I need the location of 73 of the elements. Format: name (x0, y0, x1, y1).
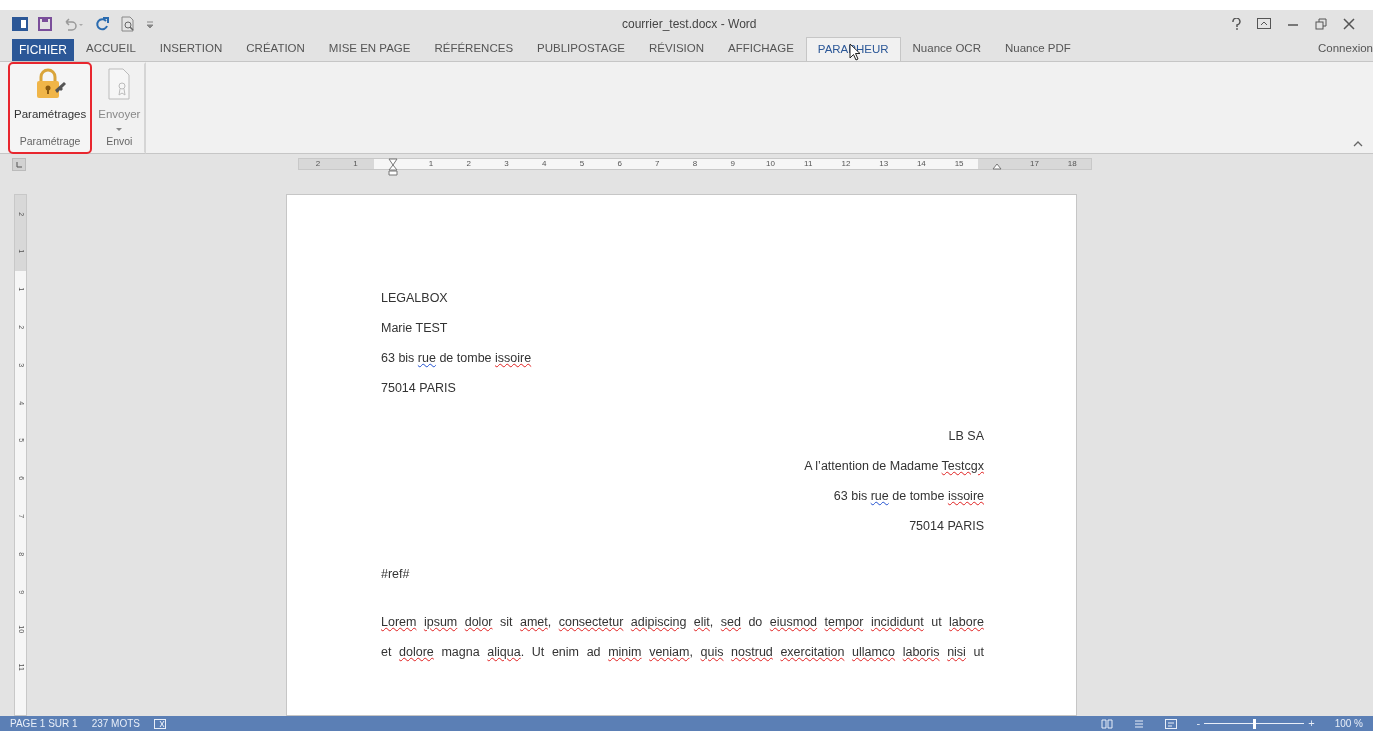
restore-icon[interactable] (1315, 17, 1327, 30)
ruler-number: 14 (916, 160, 926, 168)
ruler-number: 10 (766, 160, 775, 168)
ribbon-tab[interactable]: INSERTION (147, 37, 235, 61)
web-layout-icon[interactable] (1164, 718, 1177, 729)
ribbon-display-icon[interactable] (1257, 18, 1271, 29)
ruler-number: 2 (315, 160, 321, 168)
indent-marker-icon[interactable] (991, 162, 1002, 170)
read-mode-icon[interactable] (1100, 718, 1113, 729)
zoom-in-button[interactable]: + (1308, 715, 1315, 731)
ruler-number: 8 (692, 160, 698, 168)
help-icon[interactable] (1232, 17, 1241, 30)
zoom-thumb[interactable] (1252, 718, 1256, 729)
ruler-number: 15 (954, 160, 964, 168)
ribbon-tab[interactable]: MISE EN PAGE (316, 37, 423, 61)
document-ribbon-icon (106, 68, 133, 100)
ruler-number: 2 (466, 160, 471, 168)
word-app-icon[interactable] (12, 16, 28, 31)
word-count[interactable]: 237 MOTS (91, 716, 140, 731)
document-line: 75014 PARIS (908, 518, 984, 535)
document-line: LEGALBOX (381, 290, 449, 307)
ribbon-tab[interactable]: PUBLIPOSTAGE (525, 37, 638, 61)
ribbon-tab[interactable]: ACCUEIL (74, 37, 148, 61)
document-line: LB SA (947, 428, 984, 445)
page-count[interactable]: PAGE 1 SUR 1 (10, 716, 78, 731)
caret-icon (116, 128, 123, 133)
ruler-number: 13 (879, 160, 889, 168)
ribbon-tab[interactable]: RÉFÉRENCES (422, 37, 526, 61)
ruler-number: 3 (504, 160, 509, 168)
print-layout-icon[interactable] (1132, 718, 1145, 729)
print-preview-icon[interactable] (120, 15, 136, 32)
ribbon-tab[interactable]: AFFICHAGE (716, 37, 806, 61)
zoom-out-button[interactable]: - (1196, 715, 1201, 731)
zoom-slider[interactable] (1204, 718, 1305, 729)
window-title: courrier_test.docx - Word (622, 15, 757, 33)
group-label: Paramétrage (19, 134, 81, 150)
file-tab[interactable]: FICHIER (12, 39, 74, 61)
close-icon[interactable] (1343, 17, 1355, 30)
ribbon-button[interactable]: Paramétrages (14, 64, 87, 134)
document-line: 63 bis rue de tombe issoire (832, 488, 984, 505)
redo-icon[interactable] (94, 15, 110, 32)
ruler-number: 5 (579, 160, 585, 168)
document-line: 63 bis rue de tombe issoire (381, 350, 533, 367)
ruler-number: 12 (841, 160, 851, 168)
zoom-level[interactable]: 100 % (1334, 716, 1363, 731)
ruler-number: 11 (804, 160, 813, 168)
document-line: Marie TEST (381, 320, 449, 337)
ruler-number: 18 (1067, 160, 1077, 168)
ribbon-tab[interactable]: CRÉATION (234, 37, 317, 61)
indent-marker-icon[interactable] (388, 158, 399, 176)
ruler-number: 4 (541, 160, 547, 168)
document-line: et dolore magna aliqua. Ut enim ad minim veniam, quis nostrud exercitation ullamco laboris nisi ut (381, 644, 984, 661)
ruler-number: 17 (1030, 160, 1039, 168)
document-line: A l’attention de Madame Testcgx (803, 458, 984, 475)
proofing-icon[interactable] (154, 718, 166, 729)
collapse-ribbon-icon[interactable] (1353, 141, 1363, 147)
document-line: #ref# (381, 566, 411, 583)
sign-in-link[interactable]: Connexion (1318, 39, 1373, 57)
ruler-number: 1 (428, 160, 434, 168)
ruler-number: 6 (617, 160, 622, 168)
ribbon-tab[interactable]: RÉVISION (637, 37, 716, 61)
customize-toolbar-icon[interactable] (146, 18, 154, 29)
document-line: 75014 PARIS (381, 380, 457, 397)
ruler-number: 7 (655, 160, 660, 168)
tab-selector-icon[interactable] (12, 157, 26, 171)
undo-icon[interactable] (62, 16, 84, 31)
ruler-number: 9 (730, 160, 735, 168)
ribbon-tab[interactable]: Nuance OCR (900, 37, 993, 61)
document-line: Lorem ipsum dolor sit amet, consectetur adipiscing elit, sed do eiusmod tempor incididunt ut labore (381, 614, 984, 631)
ribbon-tab[interactable]: Nuance PDF (992, 37, 1083, 61)
group-label: Envoi (106, 134, 133, 150)
save-icon[interactable] (38, 16, 52, 31)
ruler-number: 1 (353, 160, 358, 168)
